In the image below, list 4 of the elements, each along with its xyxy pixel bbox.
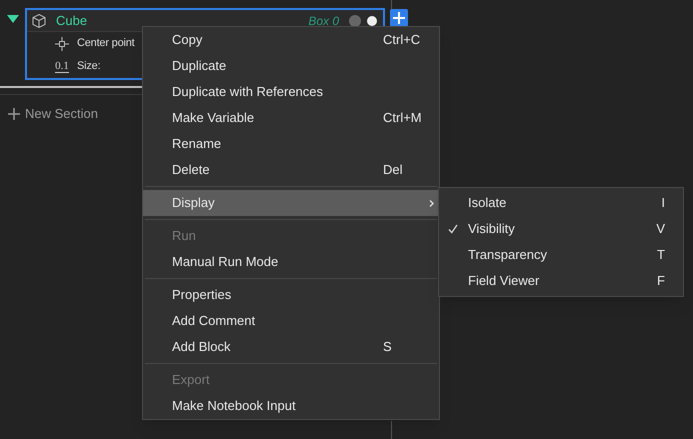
input-label: Size: — [77, 59, 100, 74]
input-label: Center point — [77, 36, 135, 52]
block-type-label: Box 0 — [308, 12, 339, 30]
block-name: Cube — [56, 12, 88, 30]
